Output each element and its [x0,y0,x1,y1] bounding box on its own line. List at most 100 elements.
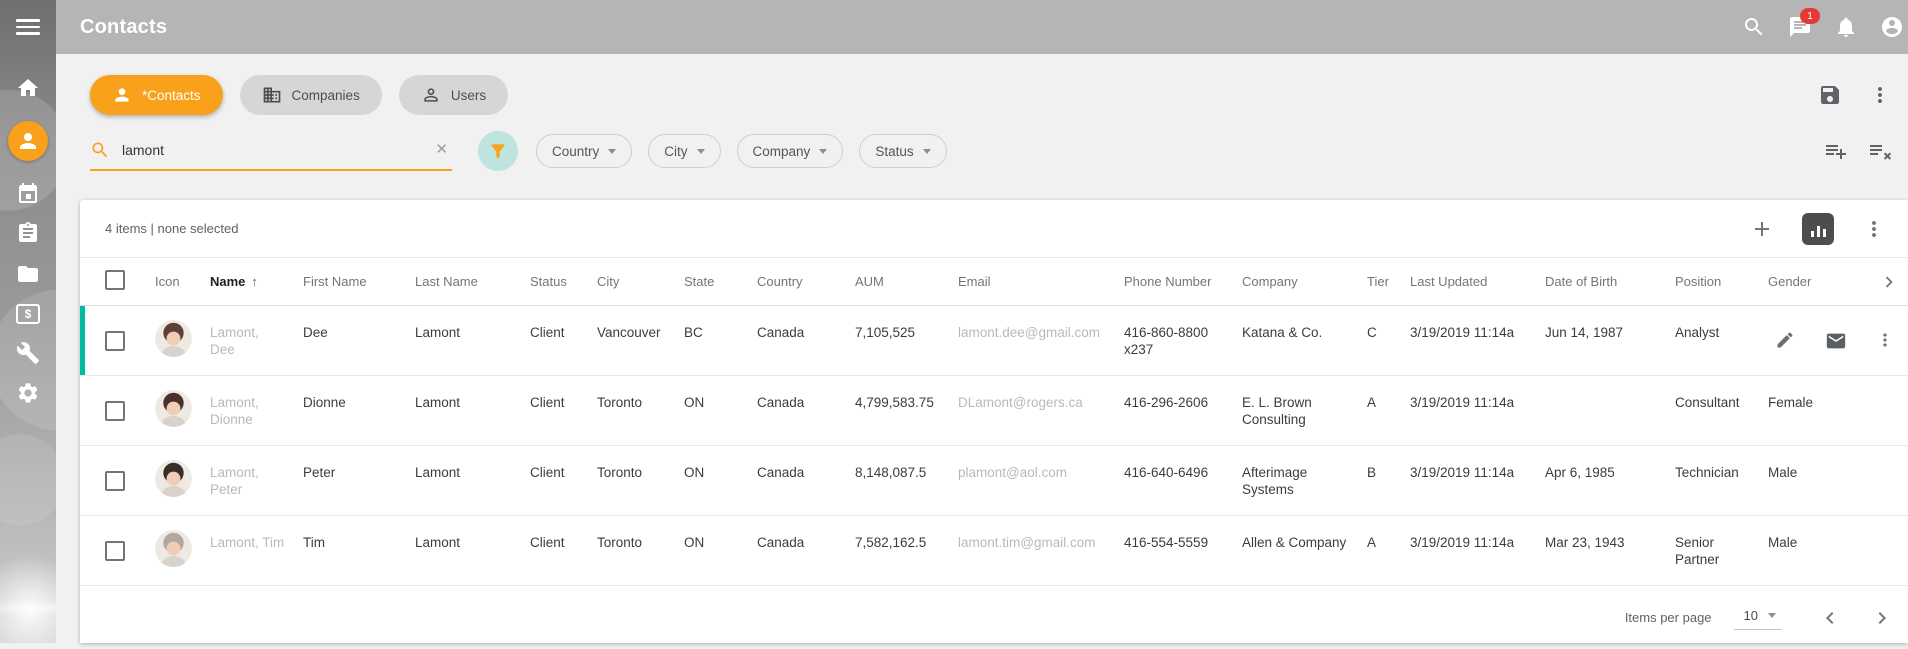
column-header-country[interactable]: Country [749,258,847,306]
cell-text: Male [1768,465,1797,480]
row-checkbox[interactable] [105,541,125,561]
column-header-state[interactable]: State [676,258,749,306]
more-vert-icon[interactable] [1875,330,1895,350]
menu-icon[interactable] [16,15,40,39]
cell-actions [1870,376,1908,446]
scroll-columns-right[interactable] [1870,258,1908,306]
add-icon[interactable] [1750,217,1774,241]
cell-position: Consultant [1667,376,1760,446]
column-header-name[interactable]: Name↑ [202,258,295,306]
playlist-remove-icon[interactable] [1868,139,1892,163]
chat-icon[interactable]: 1 [1788,15,1812,39]
column-header-last_name[interactable]: Last Name [407,258,522,306]
cell-text: 7,582,162.5 [855,535,926,550]
cell-email: lamont.dee@gmail.com [950,306,1116,376]
sidebar-item-contacts[interactable] [8,121,48,161]
cell-city: Toronto [589,376,676,446]
row-checkbox[interactable] [105,401,125,421]
cell-first_name: Tim [295,516,407,586]
cell-aum: 8,148,087.5 [847,446,950,516]
next-page-button[interactable] [1870,606,1894,630]
cell-position: Technician [1667,446,1760,516]
column-label: Tier [1367,274,1389,289]
column-header-dob[interactable]: Date of Birth [1537,258,1667,306]
contacts-table: IconName↑First NameLast NameStatusCitySt… [80,258,1908,586]
filter-chip-status[interactable]: Status [859,134,946,168]
search-icon[interactable] [1742,15,1766,39]
cell-tier: B [1359,446,1402,516]
items-per-page-value: 10 [1744,608,1758,623]
select-all-checkbox[interactable] [105,270,125,290]
chat-badge: 1 [1800,8,1820,24]
row-checkbox[interactable] [105,331,125,351]
chevron-down-icon [1768,613,1776,618]
table-row[interactable]: Lamont, TimTimLamontClientTorontoONCanad… [80,516,1908,586]
cell-last_name: Lamont [407,446,522,516]
search-input[interactable] [120,141,425,159]
filter-chip-country[interactable]: Country [536,134,632,168]
sidebar: $ [0,0,56,643]
table-row[interactable]: Lamont, DionneDionneLamontClientTorontoO… [80,376,1908,446]
account-icon[interactable] [1880,15,1904,39]
chevron-down-icon [697,149,705,154]
column-header-position[interactable]: Position [1667,258,1760,306]
person-outline-icon [421,85,441,105]
table-row[interactable]: Lamont, PeterPeterLamontClientTorontoONC… [80,446,1908,516]
sidebar-item-calendar[interactable] [16,181,40,205]
filter-chips: Country City Company Status [536,134,947,168]
chip-label: Company [753,144,811,159]
contacts-card: 4 items | none selected IconName↑First N… [80,200,1908,643]
column-header-gender[interactable]: Gender [1760,258,1870,306]
more-vert-icon[interactable] [1862,217,1886,241]
filter-row: ✕ Country City Company Status [90,131,1892,171]
cell-dob: Mar 23, 1943 [1537,516,1667,586]
column-header-email[interactable]: Email [950,258,1116,306]
sidebar-item-home[interactable] [16,76,40,100]
column-label: AUM [855,274,884,289]
cell-text: Consultant [1675,395,1740,410]
table-header-row: IconName↑First NameLast NameStatusCitySt… [80,258,1908,306]
bar-chart-icon[interactable] [1802,213,1834,245]
column-header-phone[interactable]: Phone Number [1116,258,1234,306]
cell-email: plamont@aol.com [950,446,1116,516]
notifications-icon[interactable] [1834,15,1858,39]
column-header-first_name[interactable]: First Name [295,258,407,306]
column-label: Last Name [415,274,478,289]
edit-icon[interactable] [1775,330,1795,350]
sidebar-item-billing[interactable]: $ [16,301,40,325]
cell-text: Jun 14, 1987 [1545,325,1623,340]
tab-companies[interactable]: Companies [240,75,382,115]
column-header-city[interactable]: City [589,258,676,306]
cell-text: A [1367,395,1376,410]
cell-last_name: Lamont [407,516,522,586]
column-header-status[interactable]: Status [522,258,589,306]
mail-icon[interactable] [1825,330,1845,350]
previous-page-button[interactable] [1818,606,1842,630]
sidebar-item-documents[interactable] [16,262,40,286]
save-icon[interactable] [1818,83,1842,107]
sidebar-item-tools[interactable] [16,341,40,365]
sidebar-item-tasks[interactable] [16,221,40,245]
column-header-aum[interactable]: AUM [847,258,950,306]
column-header-last_updated[interactable]: Last Updated [1402,258,1537,306]
more-vert-icon[interactable] [1868,83,1892,107]
playlist-add-icon[interactable] [1824,139,1848,163]
column-label: Name [210,274,245,289]
table-row[interactable]: Lamont, DeeDeeLamontClientVancouverBCCan… [80,306,1908,376]
tab-users[interactable]: Users [399,75,508,115]
filter-chip-company[interactable]: Company [737,134,844,168]
cell-text: Client [530,535,565,550]
cell-text: Toronto [597,395,642,410]
cell-aum: 7,582,162.5 [847,516,950,586]
row-checkbox[interactable] [105,471,125,491]
close-icon[interactable]: ✕ [435,140,452,160]
sidebar-item-settings[interactable] [16,381,40,405]
cell-tier: A [1359,376,1402,446]
column-header-tier[interactable]: Tier [1359,258,1402,306]
tab-contacts[interactable]: *Contacts [90,75,223,115]
table-toolbar: 4 items | none selected [80,200,1908,258]
items-per-page-select[interactable]: 10 [1734,605,1782,630]
filter-funnel-button[interactable] [478,131,518,171]
filter-chip-city[interactable]: City [648,134,720,168]
column-header-company[interactable]: Company [1234,258,1359,306]
